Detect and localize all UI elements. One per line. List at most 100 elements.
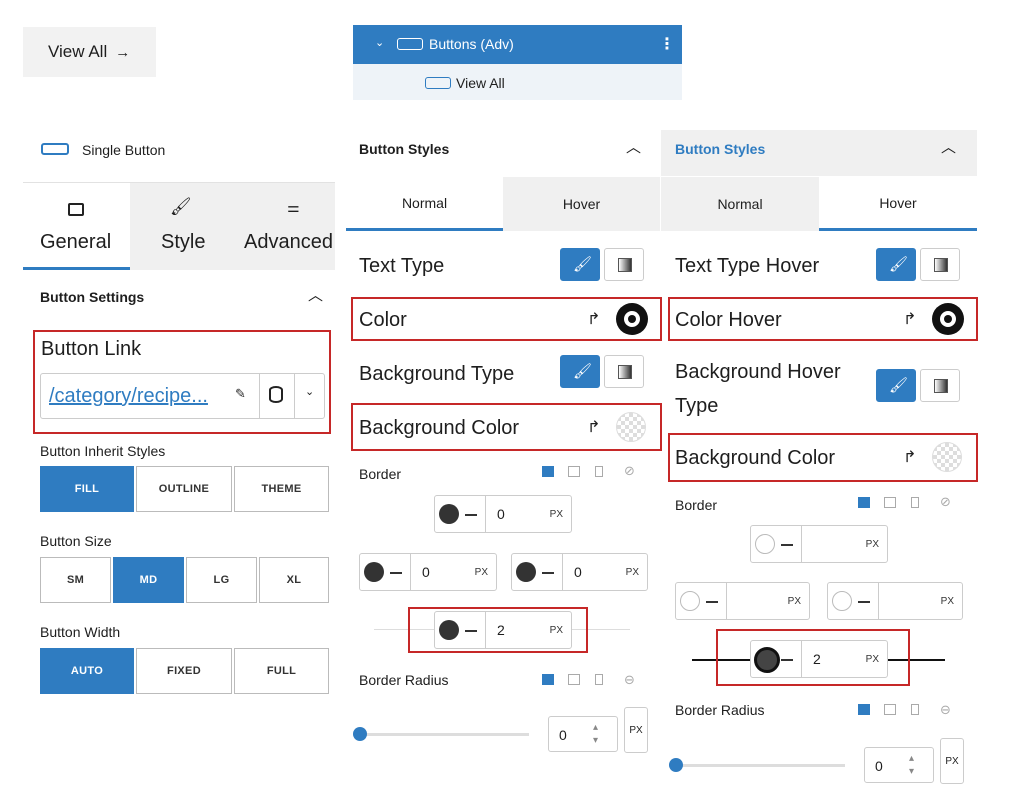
radius-input[interactable]: 0 ▴ ▾ [864, 747, 934, 783]
chevron-up-icon[interactable]: ︿ [941, 136, 956, 157]
no-color-icon[interactable] [755, 534, 775, 554]
radius-input[interactable]: 0 ▴ ▾ [548, 716, 618, 752]
tablet-icon[interactable] [884, 497, 896, 508]
tab-hover[interactable]: Hover [503, 177, 660, 231]
tab-general[interactable]: General [23, 183, 130, 270]
border-label: Border [359, 466, 402, 482]
tree-item-view-all[interactable]: View All [353, 64, 682, 100]
no-color-icon[interactable] [832, 591, 852, 611]
globe-icon[interactable] [516, 562, 536, 582]
mobile-icon[interactable] [911, 497, 919, 508]
radius-slider-knob[interactable] [669, 758, 683, 772]
chevron-up-icon[interactable]: ︿ [626, 136, 641, 157]
inherit-fill-option[interactable]: FILL [40, 466, 134, 512]
inherit-outline-option[interactable]: OUTLINE [136, 466, 232, 512]
border-bottom-input[interactable]: 2 PX [434, 611, 572, 649]
background-type-brush-button[interactable]: 🖌 [560, 355, 600, 388]
link-icon[interactable]: ⊖ [624, 672, 635, 688]
global-color-icon[interactable] [932, 303, 964, 335]
border-top-value[interactable]: 0 [497, 506, 505, 522]
edit-pencil-icon[interactable]: ✎ [235, 386, 246, 402]
width-full-option[interactable]: FULL [234, 648, 329, 694]
background-type-gradient-button[interactable] [920, 369, 960, 402]
no-color-icon[interactable] [680, 591, 700, 611]
width-fixed-option[interactable]: FIXED [136, 648, 232, 694]
transparent-color-swatch[interactable] [616, 412, 646, 442]
border-top-input[interactable]: 0 PX [434, 495, 572, 533]
tab-normal[interactable]: Normal [346, 177, 503, 231]
link-icon[interactable]: ⊘ [624, 463, 635, 479]
globe-icon[interactable] [439, 504, 459, 524]
tab-normal[interactable]: Normal [661, 177, 819, 231]
size-sm-option[interactable]: SM [40, 557, 111, 603]
globe-icon[interactable] [364, 562, 384, 582]
desktop-icon[interactable] [858, 704, 870, 715]
chevron-up-icon[interactable]: ︿ [308, 284, 323, 305]
radius-slider-track[interactable] [675, 764, 845, 767]
text-type-gradient-button[interactable] [920, 248, 960, 281]
border-bottom-value[interactable]: 2 [497, 622, 505, 638]
view-all-button[interactable]: View All → [23, 27, 156, 77]
border-top-input[interactable]: PX [750, 525, 888, 563]
mobile-icon[interactable] [595, 674, 603, 685]
background-type-gradient-button[interactable] [604, 355, 644, 388]
border-bottom-input[interactable]: 2 PX [750, 640, 888, 678]
reset-icon[interactable]: ↱ [587, 309, 600, 329]
desktop-icon[interactable] [542, 466, 554, 477]
reset-icon[interactable]: ↱ [587, 417, 600, 437]
inherit-theme-option[interactable]: THEME [234, 466, 329, 512]
width-auto-option[interactable]: AUTO [40, 648, 134, 694]
tree-item-buttons-adv[interactable]: ⌄ Buttons (Adv) ⋮ [353, 25, 682, 64]
desktop-icon[interactable] [542, 674, 554, 685]
link-icon[interactable]: ⊘ [940, 494, 951, 510]
size-md-option[interactable]: MD [113, 557, 184, 603]
radius-slider-track[interactable] [359, 733, 529, 736]
border-bottom-value[interactable]: 2 [813, 651, 821, 667]
unit-select[interactable]: PX [940, 738, 964, 784]
spinner-icon[interactable]: ▴ ▾ [909, 752, 914, 778]
border-right-input[interactable]: PX [827, 582, 963, 620]
text-type-brush-button[interactable]: 🖌 [876, 248, 916, 281]
button-link-value[interactable]: /category/recipe... [49, 385, 208, 408]
spinner-icon[interactable]: ▴ ▾ [593, 721, 598, 747]
more-options-icon[interactable]: ⋮ [659, 34, 675, 54]
border-right-input[interactable]: 0 PX [511, 553, 648, 591]
reset-icon[interactable]: ↱ [903, 309, 916, 329]
tab-advanced[interactable]: ⚌ Advanced [225, 183, 335, 270]
tab-style[interactable]: 🖌 Style [130, 183, 225, 270]
reset-icon[interactable]: ↱ [903, 447, 916, 467]
tablet-icon[interactable] [884, 704, 896, 715]
button-link-field[interactable]: /category/recipe... ✎ ⌄ [40, 373, 325, 419]
size-xl-option[interactable]: XL [259, 557, 329, 603]
chevron-down-icon[interactable]: ⌄ [375, 36, 384, 49]
global-color-icon[interactable] [616, 303, 648, 335]
border-left-input[interactable]: PX [675, 582, 810, 620]
button-settings-header[interactable]: Button Settings ︿ [23, 280, 333, 314]
size-lg-option[interactable]: LG [186, 557, 257, 603]
radius-value[interactable]: 0 [559, 727, 567, 743]
desktop-icon[interactable] [858, 497, 870, 508]
radius-value[interactable]: 0 [875, 758, 883, 774]
background-type-brush-button[interactable]: 🖌 [876, 369, 916, 402]
mobile-icon[interactable] [595, 466, 603, 477]
button-styles-header[interactable]: Button Styles ︿ [346, 130, 660, 176]
text-type-gradient-button[interactable] [604, 248, 644, 281]
globe-icon[interactable] [754, 647, 780, 673]
link-icon[interactable]: ⊖ [940, 702, 951, 718]
unit-select[interactable]: PX [624, 707, 648, 753]
border-left-value[interactable]: 0 [422, 564, 430, 580]
radius-slider-knob[interactable] [353, 727, 367, 741]
button-styles-header[interactable]: Button Styles ︿ [661, 130, 977, 176]
border-left-input[interactable]: 0 PX [359, 553, 497, 591]
tablet-icon[interactable] [568, 466, 580, 477]
transparent-color-swatch[interactable] [932, 442, 962, 472]
text-type-brush-button[interactable]: 🖌 [560, 248, 600, 281]
globe-icon[interactable] [439, 620, 459, 640]
tablet-icon[interactable] [568, 674, 580, 685]
mobile-icon[interactable] [911, 704, 919, 715]
background-color-label: Background Color [675, 447, 836, 469]
tab-hover[interactable]: Hover [819, 177, 977, 231]
database-icon[interactable] [269, 386, 283, 403]
border-right-value[interactable]: 0 [574, 564, 582, 580]
chevron-down-icon[interactable]: ⌄ [305, 385, 314, 398]
